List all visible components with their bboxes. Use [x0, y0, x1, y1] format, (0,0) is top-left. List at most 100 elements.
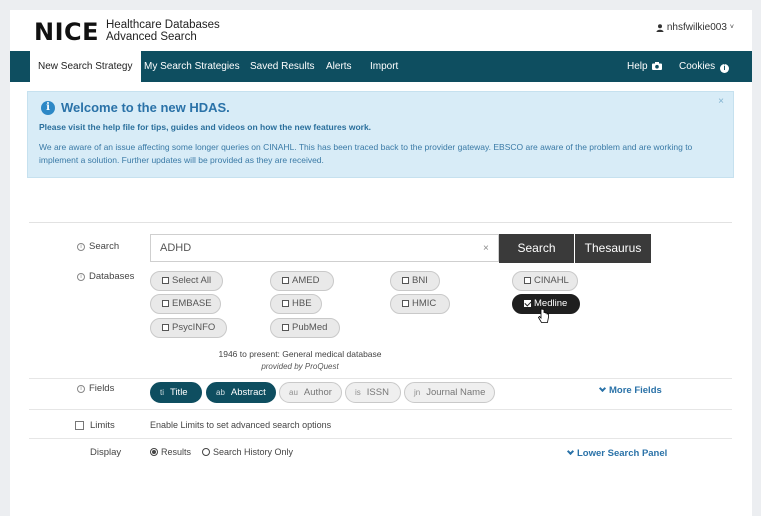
info-icon[interactable]: i [77, 272, 85, 281]
field-label: ISSN [366, 387, 389, 398]
field-label: Title [170, 387, 188, 398]
db-amed[interactable]: AMED [270, 271, 334, 291]
db-psycinfo[interactable]: PsycINFO [150, 318, 227, 338]
db-embase[interactable]: EMBASE [150, 294, 221, 314]
display-history-option[interactable]: Search History Only [202, 447, 293, 457]
brand-title: Healthcare Databases Advanced Search [106, 19, 220, 43]
checkbox-icon [402, 277, 409, 284]
info-icon: i [41, 101, 55, 115]
display-label: Display [90, 447, 122, 458]
camera-icon [652, 62, 663, 70]
cookies-link[interactable]: Cookies i [671, 51, 737, 82]
display-results-option[interactable]: Results [150, 447, 191, 457]
alert-notice-text: We are aware of an issue affecting some … [39, 142, 693, 165]
field-abbr: au [289, 388, 298, 397]
field-title[interactable]: ti Title [150, 382, 202, 403]
db-label: HBE [292, 298, 312, 309]
tab-saved-results[interactable]: Saved Results [242, 51, 322, 82]
db-description: 1946 to present: General medical databas… [218, 349, 382, 359]
limits-label: Limits [90, 420, 115, 431]
brand-line-2: Advanced Search [106, 31, 197, 43]
history-label: Search History Only [213, 447, 294, 457]
db-label: AMED [292, 275, 320, 286]
more-fields-link[interactable]: More Fields [598, 384, 662, 396]
db-label: CINAHL [534, 275, 569, 286]
checkbox-icon [282, 300, 289, 307]
search-button[interactable]: Search [499, 234, 574, 263]
fields-label: i Fields [77, 383, 114, 394]
divider [29, 438, 732, 439]
checkbox-icon [162, 277, 169, 284]
username: nhsfwilkie003 [666, 22, 727, 33]
results-label: Results [161, 447, 192, 457]
checkbox-icon [282, 324, 289, 331]
db-cinahl[interactable]: CINAHL [512, 271, 578, 291]
info-icon[interactable]: i [77, 384, 85, 393]
tab-alerts[interactable]: Alerts [318, 51, 360, 82]
caret-down-icon: ˅ [729, 24, 734, 31]
limits-description: Enable Limits to set advanced search opt… [150, 420, 332, 430]
tab-import[interactable]: Import [362, 51, 406, 82]
cookies-label: Cookies [679, 61, 716, 72]
fields-label-text: Fields [89, 383, 115, 394]
lower-panel-label: Lower Search Panel [577, 448, 668, 459]
lower-search-panel-link[interactable]: Lower Search Panel [566, 447, 668, 459]
field-journal-name[interactable]: jn Journal Name [404, 382, 495, 403]
user-menu[interactable]: nhsfwilkie003 ˅ [656, 22, 734, 33]
chevron-down-icon [566, 447, 575, 456]
alert-title: Welcome to the new HDAS. [61, 100, 230, 115]
help-label: Help [627, 61, 648, 72]
databases-label-text: Databases [89, 271, 135, 282]
header: NICE Healthcare Databases Advanced Searc… [10, 10, 752, 52]
limits-checkbox[interactable] [75, 421, 84, 430]
main-nav: New Search Strategy My Search Strategies… [10, 51, 752, 82]
db-label: BNI [412, 275, 428, 286]
tab-my-search-strategies[interactable]: My Search Strategies [136, 51, 248, 82]
help-link[interactable]: Help [619, 51, 670, 82]
chevron-down-icon [598, 384, 607, 393]
db-label: Select All [172, 275, 212, 286]
checkbox-checked-icon [524, 300, 531, 307]
checkbox-icon [162, 324, 169, 331]
checkbox-icon [524, 277, 531, 284]
info-icon[interactable]: i [77, 242, 85, 251]
divider [29, 409, 732, 410]
mouse-cursor-icon [538, 308, 549, 323]
tab-new-search-strategy[interactable]: New Search Strategy [30, 51, 141, 82]
field-author[interactable]: au Author [279, 382, 342, 403]
db-bni[interactable]: BNI [390, 271, 440, 291]
thesaurus-button[interactable]: Thesaurus [575, 234, 651, 263]
alert-help-text: Please visit the help file for tips, gui… [39, 122, 372, 132]
db-hbe[interactable]: HBE [270, 294, 322, 314]
field-label: Author [303, 387, 332, 398]
field-abbr: ti [160, 388, 164, 397]
databases-label: i Databases [77, 271, 134, 282]
radio-icon [202, 448, 210, 456]
field-abbr: ab [216, 388, 225, 397]
db-label: PsycINFO [172, 322, 216, 333]
db-label: PubMed [292, 322, 328, 333]
search-label-text: Search [89, 241, 120, 252]
nice-logo[interactable]: NICE [34, 18, 99, 46]
db-label: HMIC [412, 298, 437, 309]
field-abbr: jn [414, 388, 421, 397]
db-select-all[interactable]: Select All [150, 271, 223, 291]
field-label: Abstract [230, 387, 266, 398]
search-label: i Search [77, 241, 119, 252]
checkbox-icon [402, 300, 409, 307]
clear-icon[interactable]: × [483, 243, 489, 254]
field-abstract[interactable]: ab Abstract [206, 382, 276, 403]
field-label: Journal Name [426, 387, 486, 398]
close-icon[interactable]: × [718, 96, 724, 107]
checkbox-icon [162, 300, 169, 307]
field-issn[interactable]: is ISSN [345, 382, 401, 403]
search-input[interactable]: ADHD [150, 234, 499, 262]
more-fields-label: More Fields [609, 385, 662, 396]
db-label: EMBASE [172, 298, 212, 309]
user-icon [656, 23, 664, 32]
db-hmic[interactable]: HMIC [390, 294, 450, 314]
page: NICE Healthcare Databases Advanced Searc… [10, 10, 752, 516]
db-provider: provided by ProQuest [261, 362, 339, 371]
db-pubmed[interactable]: PubMed [270, 318, 340, 338]
info-icon: i [719, 64, 729, 73]
